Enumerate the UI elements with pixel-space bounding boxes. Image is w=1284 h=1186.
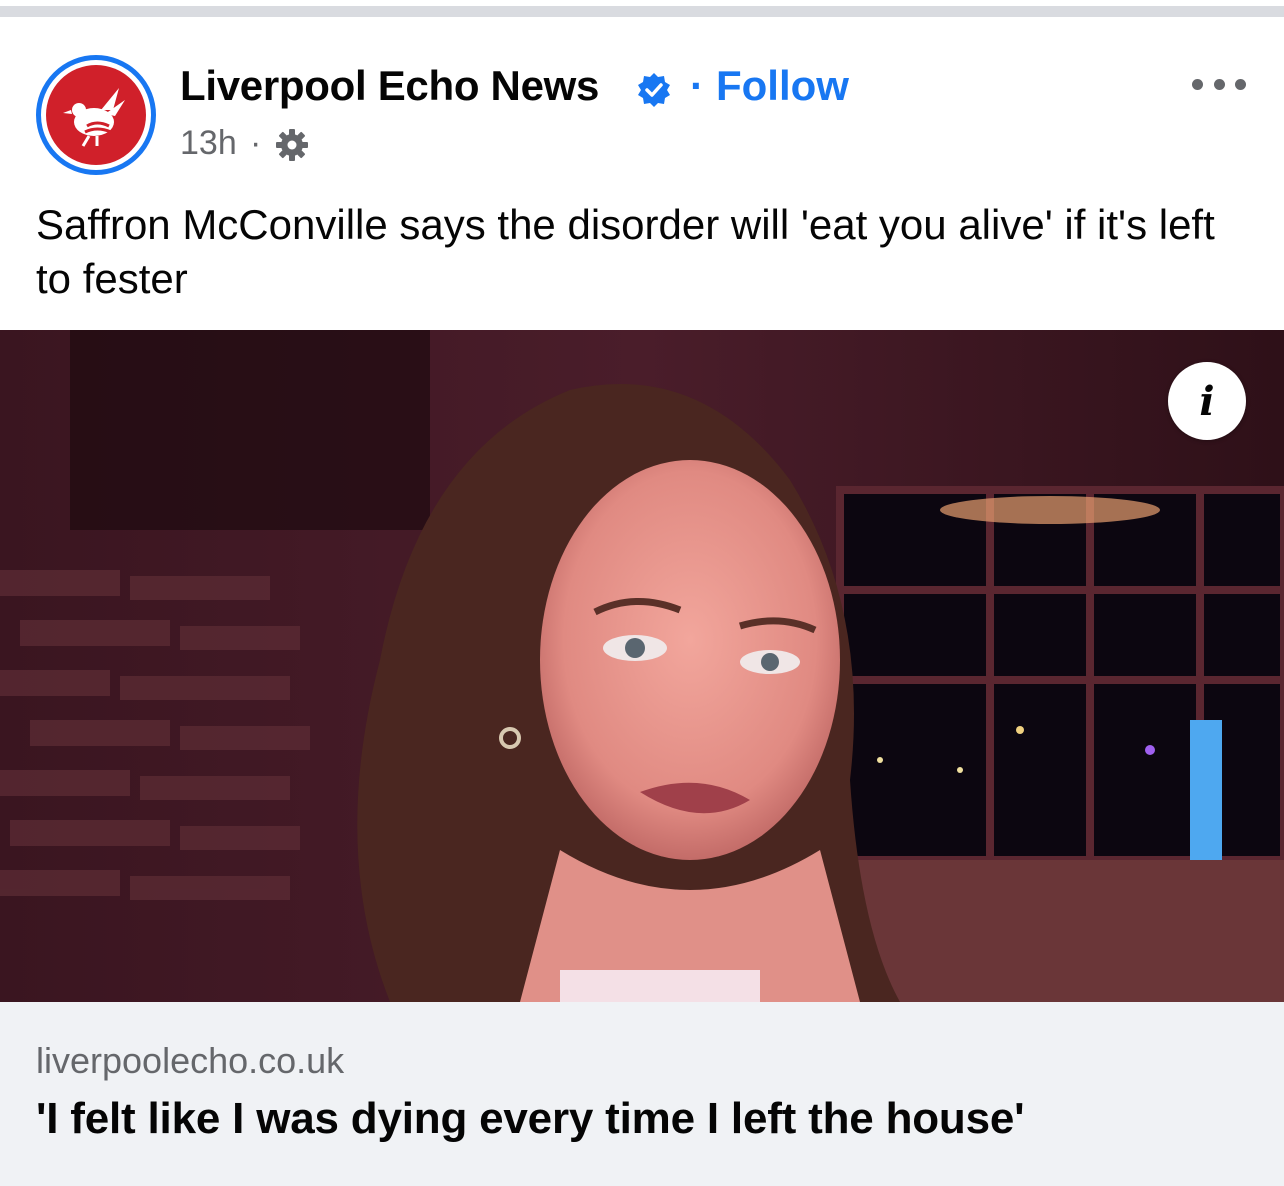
- meta-separator: ·: [250, 124, 262, 162]
- link-domain: liverpoolecho.co.uk: [36, 1040, 345, 1081]
- gear-icon[interactable]: [274, 127, 310, 163]
- post-caption: Saffron McConville says the disorder wil…: [36, 201, 1215, 302]
- more-dot: [1192, 78, 1203, 90]
- post-timestamp[interactable]: 13h: [180, 124, 237, 163]
- more-dot: [1213, 78, 1225, 90]
- page-avatar[interactable]: [36, 55, 156, 175]
- article-photo[interactable]: [0, 330, 1284, 1002]
- top-divider: [0, 6, 1284, 17]
- link-headline[interactable]: 'I felt like I was dying every time I le…: [36, 1094, 1025, 1144]
- header-separator: ·: [690, 62, 704, 109]
- more-options-icon[interactable]: [1192, 66, 1246, 102]
- page-name[interactable]: Liverpool Echo News: [180, 62, 599, 110]
- follow-button[interactable]: Follow: [716, 62, 849, 110]
- verified-badge-icon: [638, 73, 670, 107]
- info-icon[interactable]: i: [1168, 362, 1246, 440]
- liverbird-logo-icon: [46, 65, 146, 165]
- more-dot: [1235, 78, 1246, 90]
